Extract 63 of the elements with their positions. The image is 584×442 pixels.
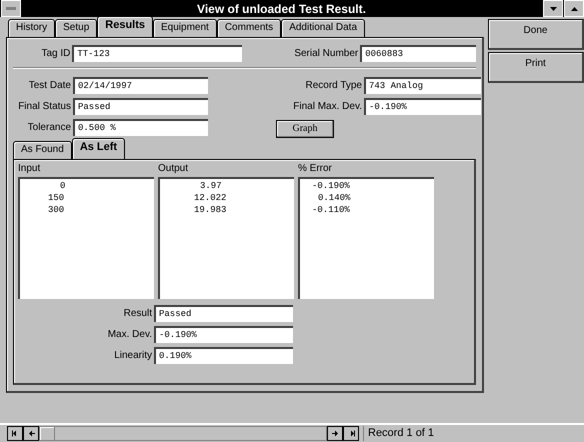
field-label: Tolerance (26, 122, 72, 133)
field-label: Linearity (113, 350, 153, 361)
minimize-button[interactable] (543, 0, 563, 17)
tab[interactable]: Equipment (153, 19, 217, 37)
list-box[interactable]: 0 150 300 (18, 177, 154, 299)
scroll-bar[interactable] (39, 426, 327, 441)
window-title: View of unloaded Test Result. (196, 2, 367, 16)
list-item: -0.110% (311, 205, 351, 217)
input-field[interactable]: 743 Analog (364, 77, 481, 94)
list-item: 3.97 (199, 181, 223, 193)
tab[interactable]: Setup (55, 19, 98, 37)
system-menu-button[interactable] (1, 0, 21, 17)
input-field[interactable]: Passed (154, 305, 293, 322)
field-label: Final Status (17, 101, 72, 112)
input-field[interactable]: 0060883 (360, 45, 476, 62)
tab[interactable]: Results (97, 16, 154, 37)
list-item: 150 (47, 193, 66, 205)
list-item: 0 (59, 181, 66, 193)
list-box[interactable]: -0.190% 0.140% -0.110% (298, 177, 434, 299)
list-item: 12.022 (193, 193, 228, 205)
column-header: % Error (298, 163, 333, 176)
field-label: Final Max. Dev. (292, 101, 363, 112)
list-item: 0.140% (317, 193, 352, 205)
caret-up-icon (570, 6, 578, 10)
arrow-right-icon (332, 430, 338, 437)
input-field[interactable]: 0.190% (154, 347, 293, 364)
column-header: Input (18, 163, 42, 176)
action-button[interactable]: Done (488, 19, 584, 50)
input-field[interactable]: TT-123 (72, 45, 242, 62)
column-header: Output (158, 163, 190, 176)
graph-button[interactable]: Graph (276, 120, 334, 138)
tab[interactable]: As Found (13, 141, 72, 159)
list-item: -0.190% (311, 181, 351, 193)
last-record-button[interactable] (343, 426, 359, 441)
tab[interactable]: Comments (216, 19, 282, 37)
action-button[interactable]: Print (488, 52, 584, 83)
previous-record-button[interactable] (23, 426, 39, 441)
first-icon (12, 430, 18, 437)
field-label: Tag ID (40, 48, 72, 59)
field-label: Result (122, 308, 153, 319)
field-label: Record Type (304, 80, 363, 91)
field-label: Max. Dev. (106, 329, 153, 340)
input-field[interactable]: Passed (73, 98, 208, 115)
list-box[interactable]: 3.97 12.022 19.983 (158, 177, 294, 299)
record-counter: Record 1 of 1 (363, 426, 434, 441)
input-field[interactable]: -0.190% (364, 98, 481, 115)
field-label: Test Date (28, 80, 72, 91)
arrow-left-icon (28, 430, 34, 437)
tab[interactable]: As Left (72, 138, 126, 159)
next-record-button[interactable] (327, 426, 343, 441)
input-field[interactable]: 02/14/1997 (73, 77, 208, 94)
maximize-button[interactable] (564, 0, 584, 17)
field-label: Serial Number (293, 48, 360, 59)
scroll-thumb[interactable] (40, 427, 55, 440)
tab[interactable]: History (8, 19, 56, 37)
tab[interactable]: Additional Data (281, 19, 366, 37)
input-field[interactable]: -0.190% (154, 326, 293, 343)
list-item: 300 (47, 205, 66, 217)
input-field[interactable]: 0.500 % (73, 119, 208, 136)
menu-icon (6, 7, 16, 10)
list-item: 19.983 (193, 205, 228, 217)
caret-down-icon (550, 6, 556, 10)
first-record-button[interactable] (7, 426, 23, 441)
